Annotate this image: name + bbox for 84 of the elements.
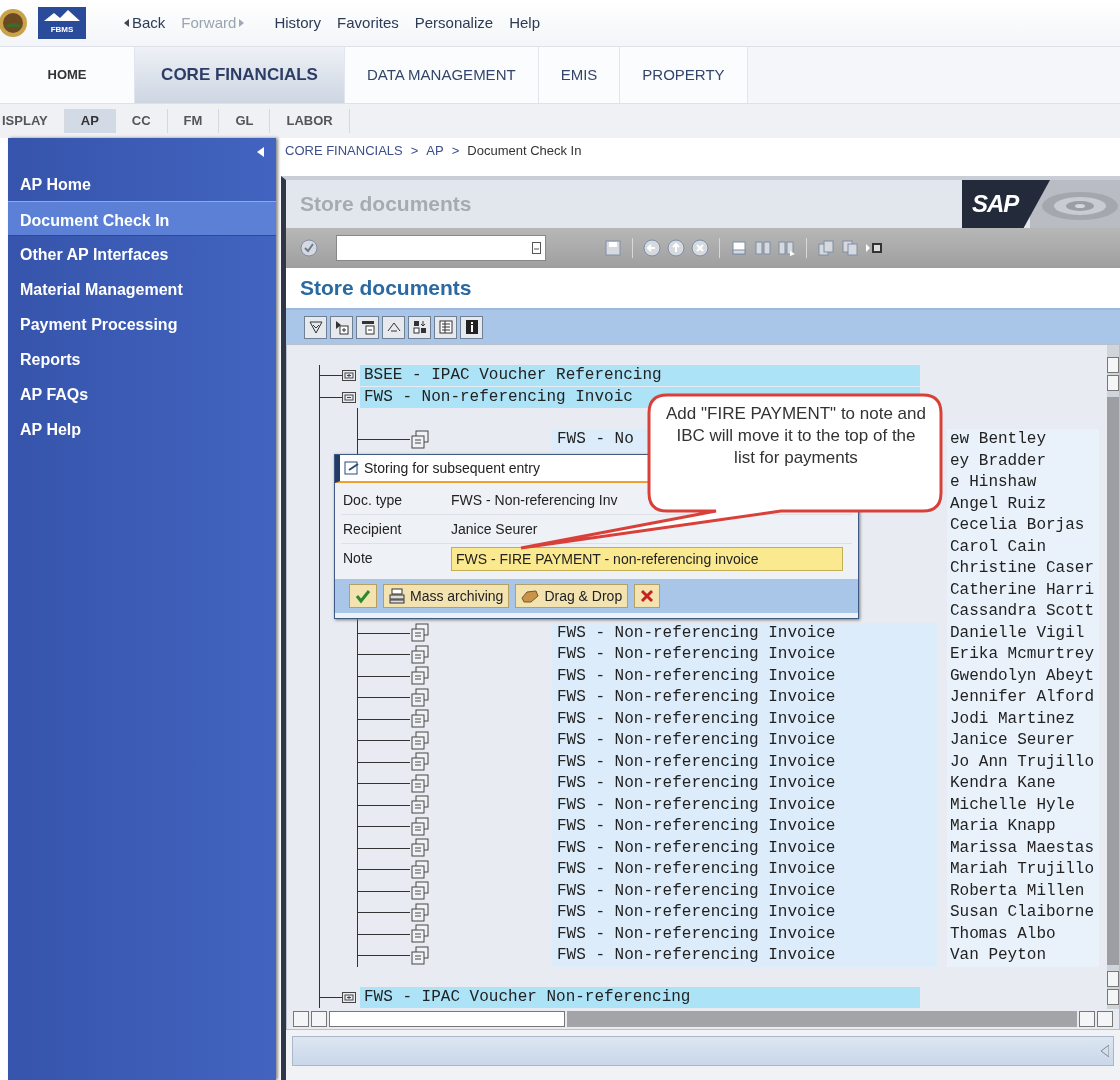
sidebar-item[interactable]: AP Help	[8, 411, 276, 446]
sidebar-item[interactable]: Reports	[8, 341, 276, 376]
recipient-cell: Jodi Martinez	[947, 708, 1099, 730]
nav-link[interactable]: Help	[501, 11, 548, 35]
recipient-cell: Jo Ann Trujillo	[947, 751, 1099, 773]
drag-drop-button[interactable]: Drag & Drop	[515, 584, 629, 608]
tree-node[interactable]: FWS - IPAC Voucher Non-referencing	[360, 986, 920, 1008]
sidebar-item[interactable]: AP Home	[8, 166, 276, 201]
recipient-cell: Christine Caser	[947, 558, 1099, 580]
doc-type-cell: FWS - Non-referencing Invoice	[552, 644, 937, 666]
recipient-cell: Carol Cain	[947, 536, 1099, 558]
field-value: Janice Seurer	[451, 519, 538, 539]
sidebar-item[interactable]: Document Check In	[8, 201, 276, 236]
field-value: FWS - Non-referencing Inv	[451, 490, 618, 510]
doc-type-cell: FWS - Non-referencing Invoice	[552, 880, 937, 902]
tab[interactable]: AP	[64, 109, 116, 133]
tab[interactable]: PROPERTY	[620, 47, 748, 103]
doc-type-cell: FWS - Non-referencing Invoice	[552, 730, 937, 752]
recipient-cell: Catherine Harri	[947, 579, 1099, 601]
sidebar-item[interactable]: AP FAQs	[8, 376, 276, 411]
recipient-cell: Jennifer Alford	[947, 687, 1099, 709]
tab[interactable]: LABOR	[270, 109, 350, 133]
recipient-cell: Angel Ruiz	[947, 493, 1099, 515]
recipient-cell: Danielle Vigil	[947, 622, 1099, 644]
doc-type-cell: FWS - Non-referencing Invoice	[552, 794, 937, 816]
recipient-cell: Gwendolyn Abeyt	[947, 665, 1099, 687]
tab[interactable]: CC	[115, 109, 168, 133]
tab[interactable]: EMIS	[538, 47, 621, 103]
recipient-cell: Maria Knapp	[947, 816, 1099, 838]
field-label: Doc. type	[342, 490, 404, 510]
note-field[interactable]: FWS - FIRE PAYMENT - non-referencing invoice	[451, 546, 843, 571]
recipient-cell: Thomas Albo	[947, 923, 1099, 945]
recipient-cell: e Hinshaw	[947, 472, 1099, 494]
recipient-cell: Michelle Hyle	[947, 794, 1099, 816]
doc-type-cell: FWS - Non-referencing Invoice	[552, 945, 937, 967]
breadcrumb-link[interactable]: AP	[426, 141, 444, 161]
recipient-cell: Cassandra Scott	[947, 601, 1099, 623]
tab[interactable]: CORE FINANCIALS	[135, 47, 345, 103]
recipient-cell: Cecelia Borjas	[947, 515, 1099, 537]
screen-title: Store documents	[299, 275, 472, 302]
recipient-cell: Erika Mcmurtrey	[947, 644, 1099, 666]
nav-link[interactable]: Favorites	[329, 11, 407, 35]
recipient-cell: Marissa Maestas	[947, 837, 1099, 859]
recipient-cell: Mariah Trujillo	[947, 859, 1099, 881]
doc-type-cell: FWS - Non-referencing Invoice	[552, 687, 937, 709]
tab[interactable]: FM	[167, 109, 220, 133]
logo: FBMS	[38, 7, 86, 39]
breadcrumb-link[interactable]: CORE FINANCIALS	[285, 141, 403, 161]
doc-type-cell: FWS - Non-referencing Invoice	[552, 708, 937, 730]
nav-link[interactable]: Back	[116, 11, 174, 35]
nav-link[interactable]: History	[266, 11, 330, 35]
recipient-cell: ey Bradder	[947, 450, 1099, 472]
doc-type-cell: FWS - Non-referencing Invoice	[552, 859, 937, 881]
tab[interactable]: DATA MANAGEMENT	[345, 47, 539, 103]
doc-type-cell: FWS - Non-referencing Invoice	[552, 751, 937, 773]
breadcrumb-separator: >	[451, 142, 460, 161]
recipient-cell: Van Peyton	[947, 945, 1099, 967]
recipient-cell: ew Bentley	[947, 429, 1099, 451]
dialog-title: Storing for subsequent entry	[364, 458, 540, 478]
recipient-cell: Susan Claiborne	[947, 902, 1099, 924]
tab[interactable]: GL	[219, 109, 271, 133]
doc-type-cell: FWS - Non-referencing Invoice	[552, 622, 937, 644]
nav-link[interactable]: Personalize	[406, 11, 502, 35]
tab[interactable]: ISPLAY	[0, 109, 65, 133]
doc-type-cell: FWS - Non-referencing Invoice	[552, 837, 937, 859]
tree-node[interactable]: BSEE - IPAC Voucher Referencing	[360, 365, 920, 387]
doc-type-cell: FWS - Non-referencing Invoice	[552, 923, 937, 945]
sidebar-item[interactable]: Payment Processing	[8, 306, 276, 341]
window-title: Store documents	[299, 191, 472, 218]
doc-type-cell: FWS - Non-referencing Invoice	[552, 773, 937, 795]
sidebar-item[interactable]: Material Management	[8, 271, 276, 306]
doc-type-cell: FWS - Non-referencing Invoice	[552, 902, 937, 924]
mass-archiving-button[interactable]: Mass archiving	[383, 584, 510, 608]
recipient-cell: Kendra Kane	[947, 773, 1099, 795]
doc-type-cell: FWS - Non-referencing Invoice	[552, 816, 937, 838]
doc-type-cell: FWS - Non-referencing Invoice	[552, 665, 937, 687]
recipient-cell: Janice Seurer	[947, 730, 1099, 752]
field-label: Note	[342, 549, 374, 568]
recipient-cell: Roberta Millen	[947, 880, 1099, 902]
field-label: Recipient	[342, 519, 403, 539]
tab[interactable]: HOME	[0, 47, 135, 103]
breadcrumb-current: Document Check In	[467, 142, 582, 161]
sidebar-item[interactable]: Other AP Interfaces	[8, 236, 276, 271]
breadcrumb-separator: >	[410, 142, 419, 161]
